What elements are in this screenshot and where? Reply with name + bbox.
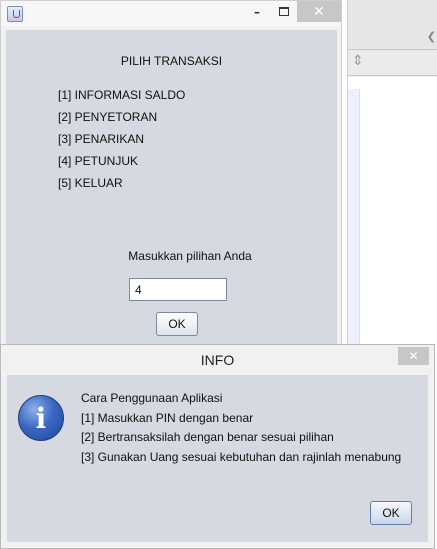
- desktop: ❮ ⇕ – ✕ PILIH TRANSAKSI [1] INFORMASI SA…: [0, 0, 437, 549]
- dialog-body: i Cara Penggunaan Aplikasi [1] Masukkan …: [7, 375, 428, 542]
- menu-title: PILIH TRANSAKSI: [120, 54, 223, 68]
- drag-handle-icon[interactable]: ⇕: [352, 53, 364, 69]
- window-titlebar[interactable]: – ✕: [1, 1, 341, 26]
- info-icon: i: [18, 395, 64, 441]
- dialog-title[interactable]: INFO: [1, 345, 434, 373]
- atm-main-window: – ✕ PILIH TRANSAKSI [1] INFORMASI SALDO …: [0, 0, 342, 351]
- menu-item-penyetoran: [2] PENYETORAN: [58, 110, 158, 124]
- transaction-menu: [1] INFORMASI SALDO [2] PENYETORAN [3] P…: [58, 88, 185, 198]
- info-line-heading: Cara Penggunaan Aplikasi: [81, 391, 223, 405]
- maximize-button[interactable]: [273, 1, 295, 22]
- info-line-2: [2] Bertransaksilah dengan benar sesuai …: [81, 430, 334, 444]
- menu-item-informasi-saldo: [1] INFORMASI SALDO: [58, 88, 186, 102]
- transaction-panel: PILIH TRANSAKSI [1] INFORMASI SALDO [2] …: [6, 30, 337, 351]
- editor-gutter: [348, 89, 360, 349]
- info-dialog: INFO ✕ i Cara Penggunaan Aplikasi [1] Ma…: [0, 344, 435, 549]
- dialog-close-button[interactable]: ✕: [398, 347, 429, 365]
- choice-prompt: Masukkan pilihan Anda: [128, 249, 252, 263]
- menu-item-keluar: [5] KELUAR: [58, 176, 123, 190]
- info-line-1: [1] Masukkan PIN dengan benar: [81, 410, 254, 425]
- menu-item-petunjuk: [4] PETUNJUK: [58, 154, 139, 168]
- dialog-ok-button[interactable]: OK: [370, 501, 412, 525]
- background-tab-strip: ⇕: [348, 50, 437, 76]
- close-button[interactable]: ✕: [297, 1, 341, 22]
- java-cup-icon: [7, 6, 23, 22]
- info-line-3: [3] Gunakan Uang sesuai kebutuhan dan ra…: [81, 449, 402, 464]
- scroll-left-arrow-icon[interactable]: ❮: [427, 30, 436, 43]
- maximize-icon: [279, 7, 289, 16]
- info-message: Cara Penggunaan Aplikasi [1] Masukkan PI…: [81, 391, 401, 469]
- choice-input[interactable]: [129, 278, 227, 301]
- minimize-button[interactable]: –: [246, 1, 268, 22]
- menu-item-penarikan: [3] PENARIKAN: [58, 132, 145, 146]
- ok-button[interactable]: OK: [156, 312, 198, 336]
- background-toolbar: ❮: [348, 0, 437, 50]
